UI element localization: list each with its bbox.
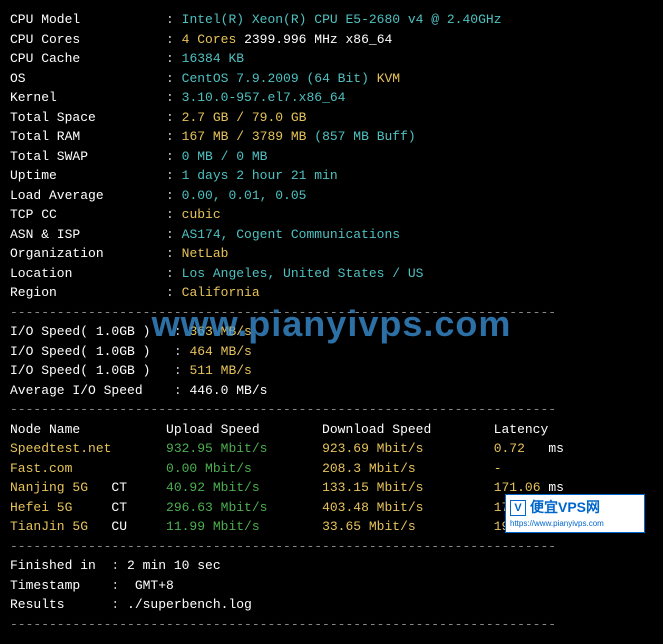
value: cubic: [182, 207, 221, 222]
label: Load Average: [10, 188, 104, 203]
row-tcp-cc: TCP CC : cubic: [10, 205, 653, 225]
value: 16384 KB: [182, 51, 244, 66]
label: Results: [10, 597, 65, 612]
label: CPU Cores: [10, 32, 80, 47]
row-uptime: Uptime : 1 days 2 hour 21 min: [10, 166, 653, 186]
value: 2 min 10 sec: [127, 558, 221, 573]
value: AS174, Cogent Communications: [182, 227, 400, 242]
row-timestamp: Timestamp : GMT+8: [10, 576, 653, 596]
row-organization: Organization : NetLab: [10, 244, 653, 264]
speedtest-row: Speedtest.net 932.95 Mbit/s 923.69 Mbit/…: [10, 439, 653, 459]
label: Total RAM: [10, 129, 80, 144]
value: 3.10.0-957.el7.x86_64: [182, 90, 346, 105]
value: California: [182, 285, 260, 300]
row-asn-isp: ASN & ISP : AS174, Cogent Communications: [10, 225, 653, 245]
value: 363 MB/s: [189, 324, 251, 339]
value-freq: 2399.996 MHz: [244, 32, 338, 47]
label: TCP CC: [10, 207, 57, 222]
value-virt: KVM: [377, 71, 400, 86]
label: I/O Speed( 1.0GB ): [10, 344, 150, 359]
row-total-swap: Total SWAP : 0 MB / 0 MB: [10, 147, 653, 167]
value: 2.7 GB / 79.0 GB: [182, 110, 307, 125]
row-io-3: I/O Speed( 1.0GB ) : 511 MB/s: [10, 361, 653, 381]
row-io-2: I/O Speed( 1.0GB ) : 464 MB/s: [10, 342, 653, 362]
label: OS: [10, 71, 26, 86]
value-os: CentOS 7.9.2009 (64 Bit): [182, 71, 369, 86]
value: Intel(R) Xeon(R) CPU E5-2680 v4 @ 2.40GH…: [182, 12, 502, 27]
value: 1 days 2 hour 21 min: [182, 168, 338, 183]
label: Kernel: [10, 90, 57, 105]
row-cpu-cores: CPU Cores : 4 Cores 2399.996 MHz x86_64: [10, 30, 653, 50]
row-kernel: Kernel : 3.10.0-957.el7.x86_64: [10, 88, 653, 108]
divider: ----------------------------------------…: [10, 615, 653, 635]
label: CPU Model: [10, 12, 80, 27]
label: Uptime: [10, 168, 57, 183]
value: 446.0 MB/s: [189, 383, 267, 398]
label: I/O Speed( 1.0GB ): [10, 363, 150, 378]
value: 0.00, 0.01, 0.05: [182, 188, 307, 203]
divider: ----------------------------------------…: [10, 400, 653, 420]
value-buff: (857 MB Buff): [314, 129, 415, 144]
divider: ----------------------------------------…: [10, 537, 653, 557]
value: 0 MB / 0 MB: [182, 149, 268, 164]
value-ram: 167 MB / 3789 MB: [182, 129, 307, 144]
value: 511 MB/s: [189, 363, 251, 378]
value: 464 MB/s: [189, 344, 251, 359]
value: ./superbench.log: [127, 597, 252, 612]
label: Average I/O Speed: [10, 383, 143, 398]
speedtest-row: Fast.com 0.00 Mbit/s 208.3 Mbit/s -: [10, 459, 653, 479]
value-arch: x86_64: [346, 32, 393, 47]
label: Region: [10, 285, 57, 300]
row-os: OS : CentOS 7.9.2009 (64 Bit) KVM: [10, 69, 653, 89]
row-cpu-model: CPU Model : Intel(R) Xeon(R) CPU E5-2680…: [10, 10, 653, 30]
row-total-space: Total Space : 2.7 GB / 79.0 GB: [10, 108, 653, 128]
row-total-ram: Total RAM : 167 MB / 3789 MB (857 MB Buf…: [10, 127, 653, 147]
row-io-avg: Average I/O Speed : 446.0 MB/s: [10, 381, 653, 401]
label: Location: [10, 266, 72, 281]
label: ASN & ISP: [10, 227, 80, 242]
row-load-avg: Load Average : 0.00, 0.01, 0.05: [10, 186, 653, 206]
label: Timestamp: [10, 578, 80, 593]
row-region: Region : California: [10, 283, 653, 303]
label: Total SWAP: [10, 149, 88, 164]
row-cpu-cache: CPU Cache : 16384 KB: [10, 49, 653, 69]
speedtest-row: Hefei 5G CT 296.63 Mbit/s 403.48 Mbit/s …: [10, 498, 653, 518]
row-finished: Finished in : 2 min 10 sec: [10, 556, 653, 576]
speedtest-row: TianJin 5G CU 11.99 Mbit/s 33.65 Mbit/s …: [10, 517, 653, 537]
speedtest-header: Node Name Upload Speed Download Speed La…: [10, 420, 653, 440]
label: Organization: [10, 246, 104, 261]
speedtest-table: Node Name Upload Speed Download Speed La…: [10, 420, 653, 537]
value: GMT+8: [135, 578, 174, 593]
row-location: Location : Los Angeles, United States / …: [10, 264, 653, 284]
value-cores: 4 Cores: [182, 32, 237, 47]
label: Total Space: [10, 110, 96, 125]
value: Los Angeles, United States / US: [182, 266, 424, 281]
row-results: Results : ./superbench.log: [10, 595, 653, 615]
value: NetLab: [182, 246, 229, 261]
speedtest-row: Nanjing 5G CT 40.92 Mbit/s 133.15 Mbit/s…: [10, 478, 653, 498]
label: CPU Cache: [10, 51, 80, 66]
label: I/O Speed( 1.0GB ): [10, 324, 150, 339]
label: Finished in: [10, 558, 96, 573]
divider: ----------------------------------------…: [10, 303, 653, 323]
row-io-1: I/O Speed( 1.0GB ) : 363 MB/s: [10, 322, 653, 342]
